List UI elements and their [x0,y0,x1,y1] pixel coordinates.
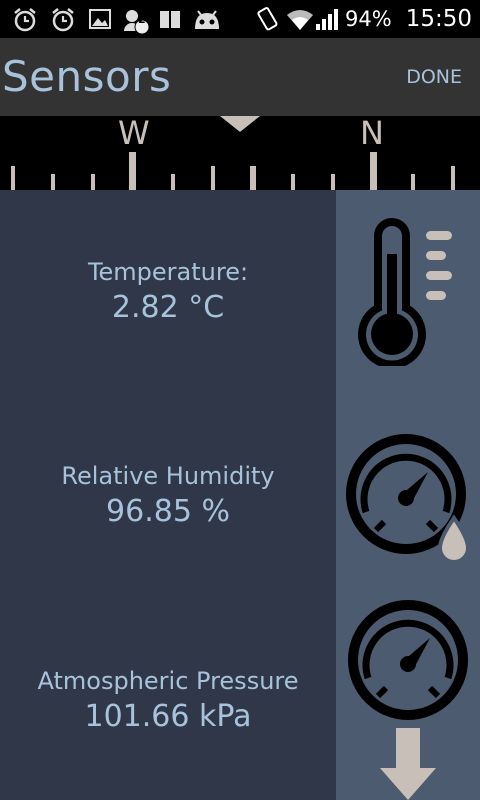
temperature-value: 2.82 °C [111,290,225,325]
pressure-sensor: Atmospheric Pressure 101.66 kPa [0,667,336,734]
humidity-sensor: Relative Humidity 96.85 % [0,462,336,529]
notification-count: 2 [138,13,146,26]
book-icon [160,11,180,28]
signal-icon [316,9,339,30]
heading-pointer [220,116,260,132]
humidity-value: 96.85 % [106,494,230,529]
compass-strip: W N [0,114,480,190]
temperature-label: Temperature: [87,258,249,286]
battery-percentage: 94% [345,7,392,31]
wifi-icon [287,10,314,30]
status-indicators: 94% 15:50 [253,0,472,38]
alarm-icon [14,8,36,32]
clock: 15:50 [405,6,472,32]
page-title: Sensors [2,52,172,101]
compass-label-west: W [118,114,150,152]
barometer-icon [348,600,468,800]
humidity-label: Relative Humidity [61,462,275,490]
alarm-icon [52,8,74,32]
pressure-value: 101.66 kPa [84,699,252,734]
hygrometer-icon [346,434,471,564]
sensor-list: Temperature: 2.82 °C Relative Humidity 9… [0,190,336,800]
temperature-sensor: Temperature: 2.82 °C [0,258,336,325]
compass-scale [11,116,455,190]
compass-label-north: N [360,114,384,152]
thermometer-icon [358,218,452,366]
android-icon [195,10,219,29]
done-button[interactable]: DONE [406,66,462,88]
status-bar: 2 94% 15:50 [0,0,480,38]
vibrate-icon [257,7,278,31]
image-notification-icon [89,9,111,29]
pressure-label: Atmospheric Pressure [37,667,299,695]
sensor-icon-column [336,190,480,800]
app-bar: Sensors DONE [0,38,480,116]
